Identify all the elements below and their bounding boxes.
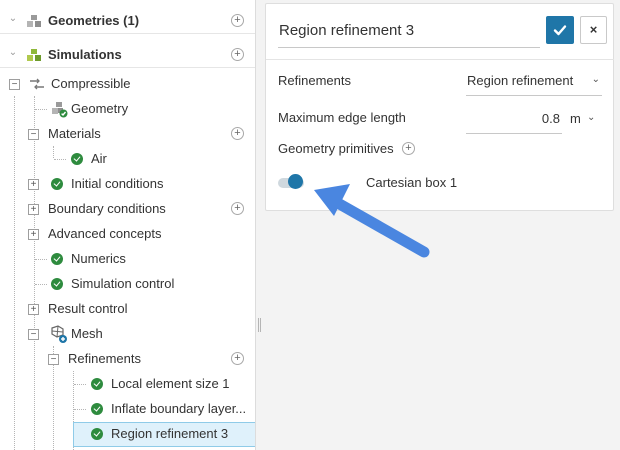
refinement-label: Region refinement 3 [111, 426, 229, 441]
chevron-down-icon[interactable]: ⌄ [7, 13, 19, 25]
tree-item-simulations[interactable]: ⌄ Simulations + [0, 43, 255, 68]
check-circle-icon [71, 153, 83, 165]
geometry-primitives-label: Geometry primitives [278, 141, 394, 156]
geometries-label: Geometries (1) [48, 13, 140, 28]
tree-item-geometry[interactable]: Geometry [0, 97, 255, 122]
tree-item-refinement-selected[interactable]: Region refinement 3 [0, 422, 255, 447]
check-circle-icon [91, 403, 103, 415]
simulation-control-label: Simulation control [71, 276, 175, 291]
refinements-label: Refinements [68, 351, 141, 366]
refinement-label: Inflate boundary layer... [111, 401, 247, 416]
add-geometry-primitive-button[interactable]: + [402, 142, 415, 155]
expand-toggle[interactable]: + [28, 304, 39, 315]
geometry-label: Geometry [71, 101, 129, 116]
expand-toggle[interactable]: + [28, 179, 39, 190]
boundary-conditions-label: Boundary conditions [48, 201, 166, 216]
add-boundary-condition-button[interactable]: + [231, 202, 244, 215]
max-edge-length-label: Maximum edge length [278, 110, 406, 125]
refinement-type-value: Region refinement [467, 73, 574, 88]
tree-item-materials[interactable]: − Materials + [0, 122, 255, 147]
initial-conditions-label: Initial conditions [71, 176, 164, 191]
check-circle-icon [91, 378, 103, 390]
mesh-label: Mesh [71, 326, 103, 341]
confirm-button[interactable] [546, 16, 574, 44]
add-material-button[interactable]: + [231, 127, 244, 140]
simulation-stack-icon [27, 49, 41, 61]
chevron-down-icon[interactable]: ⌄ [7, 47, 19, 59]
geometry-assigned-icon [52, 102, 68, 118]
tree-item-air[interactable]: Air [0, 147, 255, 172]
max-edge-length-input[interactable]: 0.8 [466, 106, 562, 134]
refinement-name-input[interactable] [278, 14, 540, 48]
chevron-down-icon[interactable]: ⌄ [587, 112, 595, 123]
tree-item-result-control[interactable]: + Result control [0, 297, 255, 322]
add-geometry-button[interactable]: + [231, 14, 244, 27]
simulation-name-label: Compressible [51, 76, 131, 91]
primitive-toggle-knob[interactable] [288, 174, 303, 189]
result-control-label: Result control [48, 301, 128, 316]
tree-item-numerics[interactable]: Numerics [0, 247, 255, 272]
collapse-toggle[interactable]: − [28, 329, 39, 340]
refinement-type-select[interactable]: Region refinement ⌄ [466, 68, 602, 96]
collapse-toggle[interactable]: − [28, 129, 39, 140]
refinement-label: Local element size 1 [111, 376, 230, 391]
check-circle-icon [91, 428, 103, 440]
simulation-tree-panel: ⌄ Geometries (1) + ⌄ Simulations + − Com… [0, 0, 256, 450]
tree-item-initial-conditions[interactable]: + Initial conditions [0, 172, 255, 197]
tree-item-advanced-concepts[interactable]: + Advanced concepts [0, 222, 255, 247]
tree-item-mesh[interactable]: − Mesh [0, 322, 255, 347]
simulation-type-icon [30, 78, 44, 90]
tree-item-geometries[interactable]: ⌄ Geometries (1) + [0, 9, 255, 34]
tree-item-simulation-control[interactable]: Simulation control [0, 272, 255, 297]
geometry-stack-icon [27, 15, 41, 27]
numerics-label: Numerics [71, 251, 126, 266]
primitive-name-label: Cartesian box 1 [366, 175, 458, 190]
expand-toggle[interactable]: + [28, 204, 39, 215]
cancel-button[interactable]: × [580, 16, 607, 44]
panel-resize-handle[interactable] [258, 318, 261, 332]
refinement-settings-panel: × Refinements Region refinement ⌄ Maximu… [265, 3, 614, 211]
advanced-concepts-label: Advanced concepts [48, 226, 162, 241]
materials-label: Materials [48, 126, 101, 141]
expand-toggle[interactable]: + [28, 229, 39, 240]
chevron-down-icon: ⌄ [591, 74, 600, 85]
tree-item-refinement[interactable]: Local element size 1 [0, 372, 255, 397]
air-label: Air [91, 151, 107, 166]
simulations-label: Simulations [48, 47, 122, 62]
mesh-icon [51, 325, 67, 343]
collapse-toggle[interactable]: − [9, 79, 20, 90]
check-circle-icon [51, 178, 63, 190]
checkmark-icon [553, 25, 567, 36]
check-circle-icon [51, 253, 63, 265]
refinements-field-label: Refinements [278, 73, 351, 88]
tree-item-refinement[interactable]: Inflate boundary layer... [0, 397, 255, 422]
check-circle-icon [51, 278, 63, 290]
tree-item-refinements[interactable]: − Refinements + [0, 347, 255, 372]
tree-item-compressible[interactable]: − Compressible [0, 72, 255, 97]
header-divider [266, 59, 614, 60]
tree-item-boundary-conditions[interactable]: + Boundary conditions + [0, 197, 255, 222]
add-simulation-button[interactable]: + [231, 48, 244, 61]
add-refinement-button[interactable]: + [231, 352, 244, 365]
collapse-toggle[interactable]: − [48, 354, 59, 365]
max-edge-length-value: 0.8 [541, 111, 560, 126]
unit-select[interactable]: m [570, 111, 581, 126]
